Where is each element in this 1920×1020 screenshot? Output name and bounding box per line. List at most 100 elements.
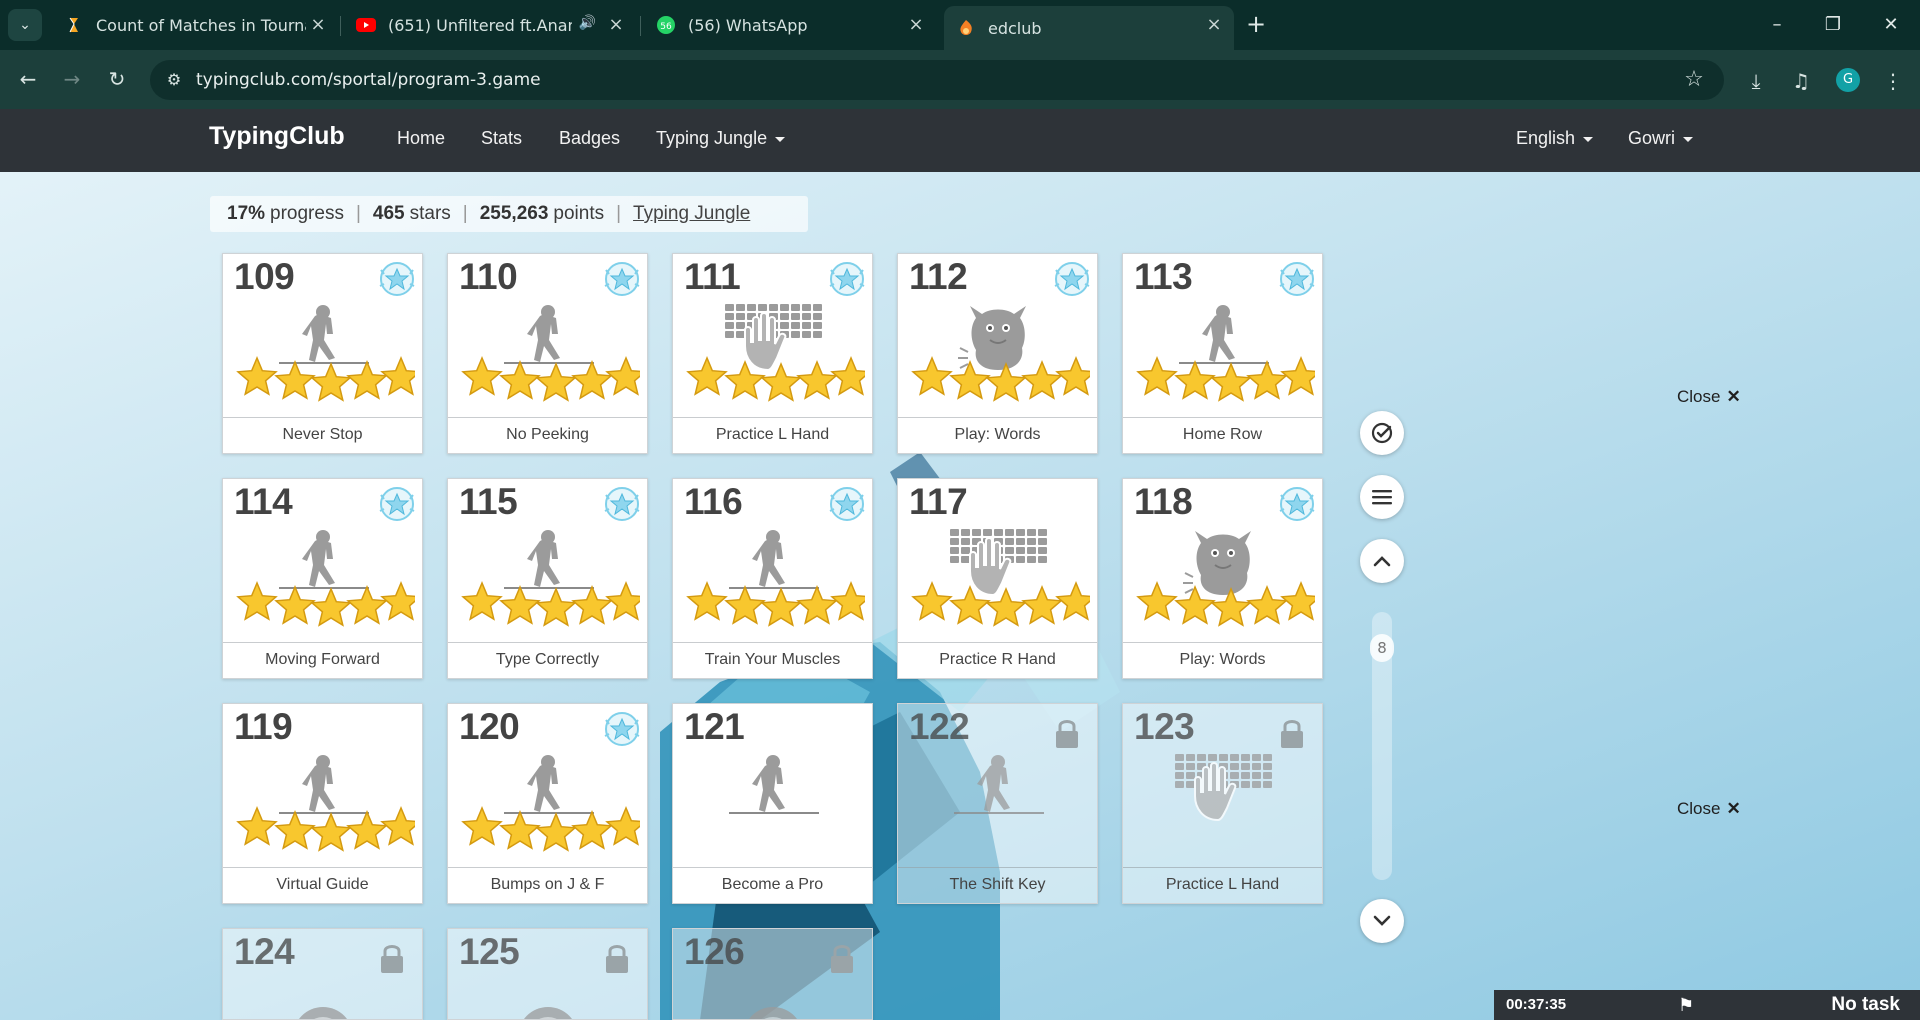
progress-label: progress bbox=[270, 203, 344, 224]
star-icon bbox=[274, 360, 316, 400]
close-label: Close bbox=[1677, 799, 1721, 818]
star-icon bbox=[1246, 360, 1288, 400]
download-icon[interactable]: ⤓ bbox=[1741, 66, 1771, 96]
tab-close-icon[interactable]: × bbox=[1204, 15, 1224, 35]
lesson-card[interactable]: 117 Practice R Hand bbox=[897, 478, 1098, 679]
check-progress-button[interactable] bbox=[1360, 411, 1404, 455]
language-dropdown[interactable]: English bbox=[1516, 128, 1594, 149]
close-button[interactable]: Close ✕ bbox=[1677, 799, 1741, 819]
tab-count-of-matches[interactable]: Count of Matches in Tournamen × bbox=[52, 6, 338, 44]
scroll-down-button[interactable] bbox=[1360, 899, 1404, 943]
star-icon bbox=[1174, 585, 1216, 625]
divider: | bbox=[616, 203, 622, 224]
check-circle-icon bbox=[1371, 422, 1393, 444]
star-icon bbox=[274, 585, 316, 625]
star-icon bbox=[686, 356, 728, 396]
star-icon bbox=[949, 360, 991, 400]
back-arrow-icon[interactable]: ← bbox=[13, 64, 43, 94]
star-icon bbox=[310, 587, 352, 627]
restore-icon[interactable]: ❐ bbox=[1813, 10, 1853, 40]
speaker-icon[interactable]: 🔊 bbox=[579, 15, 596, 31]
lesson-title: Moving Forward bbox=[223, 642, 422, 678]
nav-stats[interactable]: Stats bbox=[481, 128, 522, 149]
star-icon bbox=[605, 356, 640, 396]
menu-kebab-icon[interactable]: ⋮ bbox=[1878, 66, 1908, 96]
stars-label: stars bbox=[409, 203, 451, 224]
star-icon bbox=[535, 587, 577, 627]
walking-person-icon bbox=[954, 755, 1044, 814]
lesson-title: Home Row bbox=[1123, 417, 1322, 453]
user-menu-dropdown[interactable]: Gowri bbox=[1628, 128, 1694, 149]
tab-close-icon[interactable]: × bbox=[906, 15, 926, 35]
lesson-card[interactable]: 124 bbox=[222, 928, 423, 1020]
star-icon bbox=[605, 806, 640, 846]
star-icon bbox=[1280, 581, 1315, 621]
star-icon bbox=[571, 810, 613, 850]
tab-close-icon[interactable]: × bbox=[606, 15, 626, 35]
close-button[interactable]: Close ✕ bbox=[1677, 387, 1741, 407]
progress-value: 17% bbox=[227, 203, 266, 224]
site-logo[interactable]: TypingClub bbox=[209, 122, 345, 151]
lesson-card[interactable]: 113 Home Row bbox=[1122, 253, 1323, 454]
tab-edclub[interactable]: edclub × bbox=[944, 6, 1234, 50]
lesson-card[interactable]: 116 Train Your Muscles bbox=[672, 478, 873, 679]
star-icon bbox=[760, 362, 802, 402]
nav-badges[interactable]: Badges bbox=[559, 128, 620, 149]
chevron-down-icon bbox=[1683, 136, 1694, 142]
lesson-card[interactable]: 121 Become a Pro bbox=[672, 703, 873, 904]
star-icon bbox=[236, 806, 278, 846]
star-icon bbox=[796, 360, 838, 400]
tab-youtube[interactable]: (651) Unfiltered ft.Ananthar 🔊 × bbox=[344, 6, 636, 44]
star-icon bbox=[346, 585, 388, 625]
lesson-card[interactable]: 112 Play: Words bbox=[897, 253, 1098, 454]
media-control-icon[interactable]: ♫ bbox=[1786, 66, 1816, 96]
divider: | bbox=[355, 203, 361, 224]
star-rating bbox=[1136, 581, 1315, 627]
lesson-title: Train Your Muscles bbox=[673, 642, 872, 678]
lesson-preview-icon bbox=[524, 1007, 572, 1019]
star-rating bbox=[461, 806, 640, 852]
flag-icon[interactable]: ⚑ bbox=[1678, 995, 1694, 1016]
lesson-card[interactable]: 118 Play: Words bbox=[1122, 478, 1323, 679]
star-icon bbox=[310, 812, 352, 852]
lesson-card[interactable]: 114 Moving Forward bbox=[222, 478, 423, 679]
star-icon bbox=[1174, 360, 1216, 400]
star-icon bbox=[571, 585, 613, 625]
tab-search-button[interactable]: ⌄ bbox=[8, 9, 42, 41]
edclub-favicon-icon bbox=[956, 18, 976, 38]
star-icon bbox=[724, 360, 766, 400]
stars-value: 465 bbox=[372, 203, 405, 224]
profile-avatar[interactable]: G bbox=[1836, 68, 1860, 92]
menu-button[interactable] bbox=[1360, 475, 1404, 519]
minimize-icon[interactable]: – bbox=[1757, 10, 1797, 40]
lesson-title: Virtual Guide bbox=[223, 867, 422, 903]
nav-typing-jungle-dropdown[interactable]: Typing Jungle bbox=[656, 128, 786, 149]
star-icon bbox=[1280, 356, 1315, 396]
close-window-icon[interactable]: ✕ bbox=[1871, 10, 1911, 40]
lesson-card[interactable]: 126 bbox=[672, 928, 873, 1020]
lesson-card[interactable]: 123 Practice L Hand bbox=[1122, 703, 1323, 904]
lesson-card[interactable]: 111 Practice L Hand bbox=[672, 253, 873, 454]
scroll-up-button[interactable] bbox=[1360, 539, 1404, 583]
star-icon bbox=[346, 810, 388, 850]
star-icon bbox=[236, 356, 278, 396]
lesson-card[interactable]: 125 bbox=[447, 928, 648, 1020]
lesson-card[interactable]: 119 Virtual Guide bbox=[222, 703, 423, 904]
star-icon bbox=[346, 360, 388, 400]
lesson-card[interactable]: 120 Bumps on J & F bbox=[447, 703, 648, 904]
tab-close-icon[interactable]: × bbox=[308, 15, 328, 35]
tab-whatsapp[interactable]: 56 (56) WhatsApp × bbox=[644, 6, 936, 44]
url-text[interactable]: typingclub.com/sportal/program-3.game bbox=[196, 68, 541, 92]
program-link[interactable]: Typing Jungle bbox=[633, 203, 750, 225]
close-label: Close bbox=[1677, 387, 1721, 406]
forward-arrow-icon[interactable]: → bbox=[57, 64, 87, 94]
lesson-card[interactable]: 109 Never Stop bbox=[222, 253, 423, 454]
lesson-card[interactable]: 110 No Peeking bbox=[447, 253, 648, 454]
site-info-icon[interactable]: ⚙ bbox=[162, 68, 186, 92]
reload-icon[interactable]: ↻ bbox=[102, 64, 132, 94]
lesson-card[interactable]: 122 The Shift Key bbox=[897, 703, 1098, 904]
nav-home[interactable]: Home bbox=[397, 128, 445, 149]
bookmark-star-icon[interactable]: ☆ bbox=[1680, 66, 1708, 94]
new-tab-button[interactable]: + bbox=[1242, 11, 1270, 39]
lesson-card[interactable]: 115 Type Correctly bbox=[447, 478, 648, 679]
